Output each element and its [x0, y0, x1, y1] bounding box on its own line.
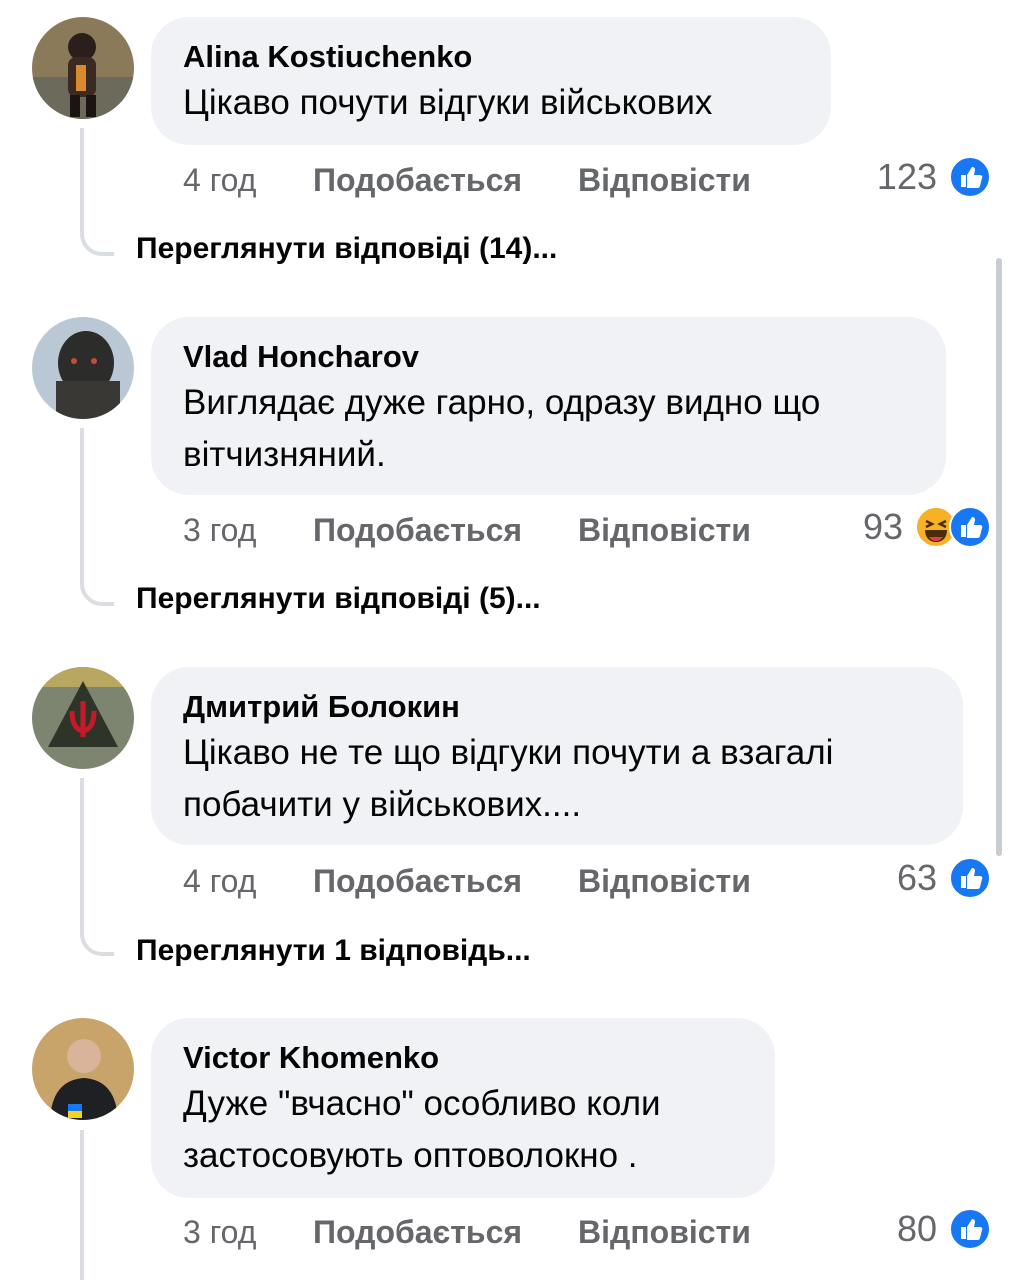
like-reaction-icon: [949, 156, 991, 198]
comment-author[interactable]: Victor Khomenko: [183, 1040, 743, 1076]
comment-actions: 3 год Подобається Відповісти: [183, 1210, 751, 1254]
view-replies-link[interactable]: Переглянути 1 відповідь...: [136, 934, 531, 968]
comment-text: Цікаво почути відгуки військових: [183, 83, 713, 122]
comment-author[interactable]: Vlad Honcharov: [183, 339, 914, 375]
avatar[interactable]: [32, 317, 134, 419]
reaction-summary[interactable]: 63: [897, 856, 991, 900]
reaction-summary[interactable]: 93: [863, 505, 991, 549]
comment-bubble: Victor Khomenko Дуже "вчасно" особливо к…: [151, 1018, 775, 1198]
thread-connector: [80, 128, 114, 256]
like-button[interactable]: Подобається: [313, 162, 578, 199]
avatar[interactable]: [32, 667, 134, 769]
reply-button[interactable]: Відповісти: [578, 512, 751, 549]
comment-timestamp[interactable]: 3 год: [183, 1214, 313, 1251]
view-replies-link[interactable]: Переглянути відповіді (5)...: [136, 582, 541, 616]
like-button[interactable]: Подобається: [313, 512, 578, 549]
comment-actions: 3 год Подобається Відповісти: [183, 508, 751, 552]
comment-bubble: Vlad Honcharov Виглядає дуже гарно, одра…: [151, 317, 946, 495]
reaction-summary[interactable]: 80: [897, 1207, 991, 1251]
comment-timestamp[interactable]: 4 год: [183, 863, 313, 900]
comment-bubble: Alina Kostiuchenko Цікаво почути відгуки…: [151, 17, 831, 145]
like-reaction-icon: [949, 857, 991, 899]
comment-text: Цікаво не те що відгуки почути а взагалі…: [183, 733, 834, 824]
comment-bubble: Дмитрий Болокин Цікаво не те що відгуки …: [151, 667, 963, 845]
reaction-icons: [915, 506, 991, 548]
thread-connector: [80, 778, 114, 956]
comment-actions: 4 год Подобається Відповісти: [183, 158, 751, 202]
reaction-count: 80: [896, 1208, 937, 1249]
comment-text: Виглядає дуже гарно, одразу видно що віт…: [183, 383, 821, 474]
thread-connector: [80, 1130, 84, 1280]
comment-author[interactable]: Alina Kostiuchenko: [183, 39, 799, 75]
view-replies-link[interactable]: Переглянути відповіді (14)...: [136, 232, 557, 266]
like-button[interactable]: Подобається: [313, 863, 578, 900]
reaction-summary[interactable]: 123: [877, 155, 991, 199]
reaction-count: 63: [896, 857, 937, 898]
reaction-count: 123: [876, 156, 937, 197]
comment-timestamp[interactable]: 4 год: [183, 162, 313, 199]
avatar[interactable]: [32, 1018, 134, 1120]
like-button[interactable]: Подобається: [313, 1214, 578, 1251]
reply-button[interactable]: Відповісти: [578, 162, 751, 199]
comment-timestamp[interactable]: 3 год: [183, 512, 313, 549]
comment-author[interactable]: Дмитрий Болокин: [183, 689, 931, 725]
reply-button[interactable]: Відповісти: [578, 1214, 751, 1251]
thread-connector: [80, 428, 114, 606]
avatar[interactable]: [32, 17, 134, 119]
reaction-count: 93: [862, 506, 903, 547]
like-reaction-icon: [949, 1208, 991, 1250]
comment-actions: 4 год Подобається Відповісти: [183, 859, 751, 903]
comment-text: Дуже "вчасно" особливо коли застосовують…: [183, 1084, 661, 1175]
like-reaction-icon: [949, 506, 991, 548]
reply-button[interactable]: Відповісти: [578, 863, 751, 900]
scrollbar[interactable]: [996, 258, 1002, 856]
